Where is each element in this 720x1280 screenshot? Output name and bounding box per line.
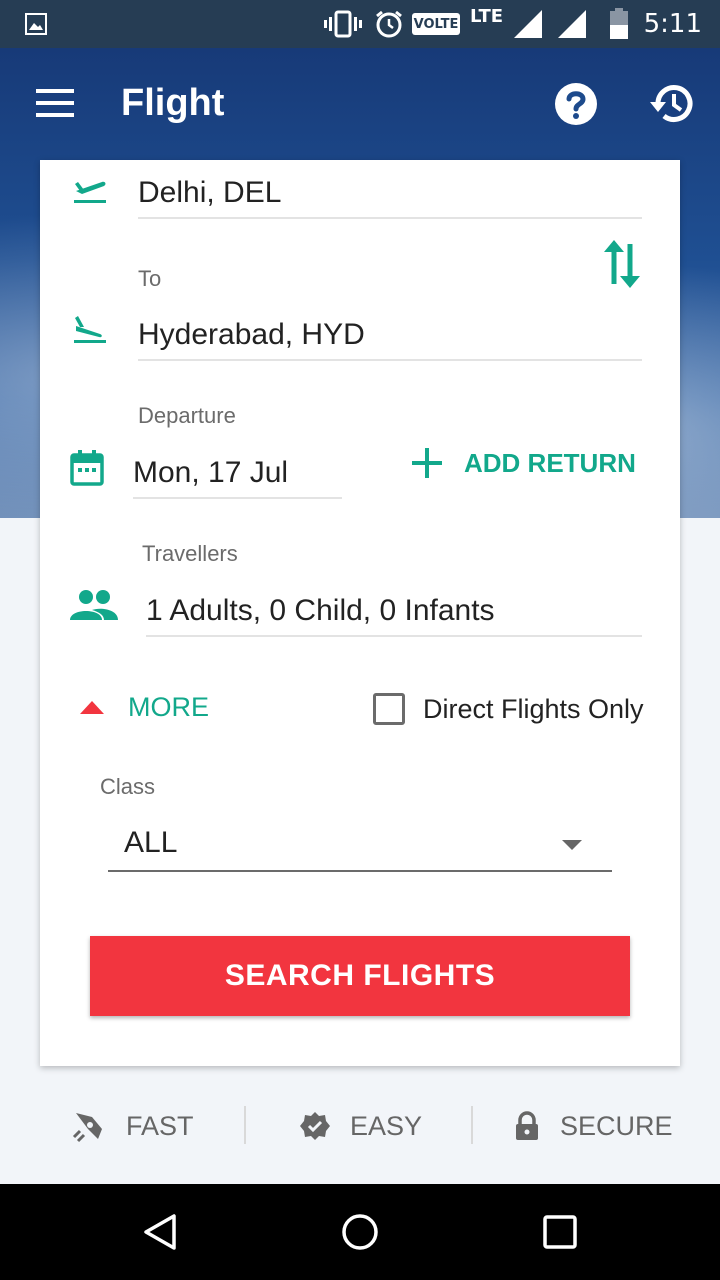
travellers-label: Travellers [142,541,238,566]
page-title: Flight [121,82,225,124]
to-underline [138,359,642,361]
flight-takeoff-icon [74,181,106,203]
plus-icon [412,448,442,478]
from-underline [138,217,642,219]
back-icon[interactable] [140,1212,180,1252]
lte-label: LTE [470,6,504,27]
rocket-icon [72,1113,102,1143]
verified-badge-icon [300,1112,330,1140]
feature-label: SECURE [560,1110,673,1141]
people-icon [70,590,118,620]
checkbox-box[interactable] [373,693,405,725]
app-bar [0,48,720,160]
class-label: Class [100,774,156,799]
volte-badge: VOLTE [412,13,460,35]
flight-search-card: Delhi, DEL To Hyderabad, HYD Departure M… [40,160,680,1066]
vibrate-icon [324,10,362,38]
class-dropdown[interactable]: ALL [108,820,612,872]
feature-fast: FAST [72,1100,194,1152]
to-city-input[interactable]: Hyderabad, HYD [138,318,365,352]
departure-date-input[interactable]: Mon, 17 Jul [133,456,288,490]
lock-icon [516,1111,538,1140]
clock-time: 5:11 [643,9,702,39]
recent-apps-icon[interactable] [542,1214,578,1250]
class-selected-value: ALL [124,826,178,859]
battery-icon [610,8,628,39]
more-label: MORE [128,691,209,722]
hamburger-menu-icon[interactable] [36,88,76,118]
home-icon[interactable] [340,1212,380,1252]
features-bar: FAST EASY SECURE [0,1100,720,1152]
departure-label: Departure [138,403,236,428]
system-navigation-bar [0,1184,720,1280]
history-icon[interactable] [648,80,696,128]
direct-flights-label: Direct Flights Only [423,693,644,724]
features-divider [471,1106,473,1144]
more-options-toggle[interactable]: MORE [80,685,209,729]
direct-flights-checkbox[interactable]: Direct Flights Only [373,687,644,731]
feature-easy: EASY [300,1100,422,1152]
signal-strength-2-icon [558,10,586,38]
departure-underline [133,497,342,499]
calendar-icon [70,450,104,486]
travellers-underline [146,635,642,637]
signal-strength-icon [514,10,542,38]
features-divider [244,1106,246,1144]
swap-cities-icon[interactable] [600,238,644,290]
search-flights-button[interactable]: SEARCH FLIGHTS [90,936,630,1016]
alarm-icon [376,10,402,38]
feature-label: EASY [350,1110,423,1141]
to-label: To [138,266,162,291]
travellers-input[interactable]: 1 Adults, 0 Child, 0 Infants [146,594,495,628]
triangle-up-icon [80,701,104,714]
feature-label: FAST [126,1110,194,1141]
dropdown-caret-icon [562,840,582,850]
status-bar: VOLTE LTE 5:11 [0,0,720,48]
help-icon[interactable] [554,82,598,126]
add-return-button[interactable]: ADD RETURN [410,443,636,483]
add-return-label: ADD RETURN [464,447,636,478]
gallery-notification-icon [25,13,47,35]
from-city-input[interactable]: Delhi, DEL [138,176,281,210]
feature-secure: SECURE [514,1100,673,1152]
flight-landing-icon [74,316,106,343]
